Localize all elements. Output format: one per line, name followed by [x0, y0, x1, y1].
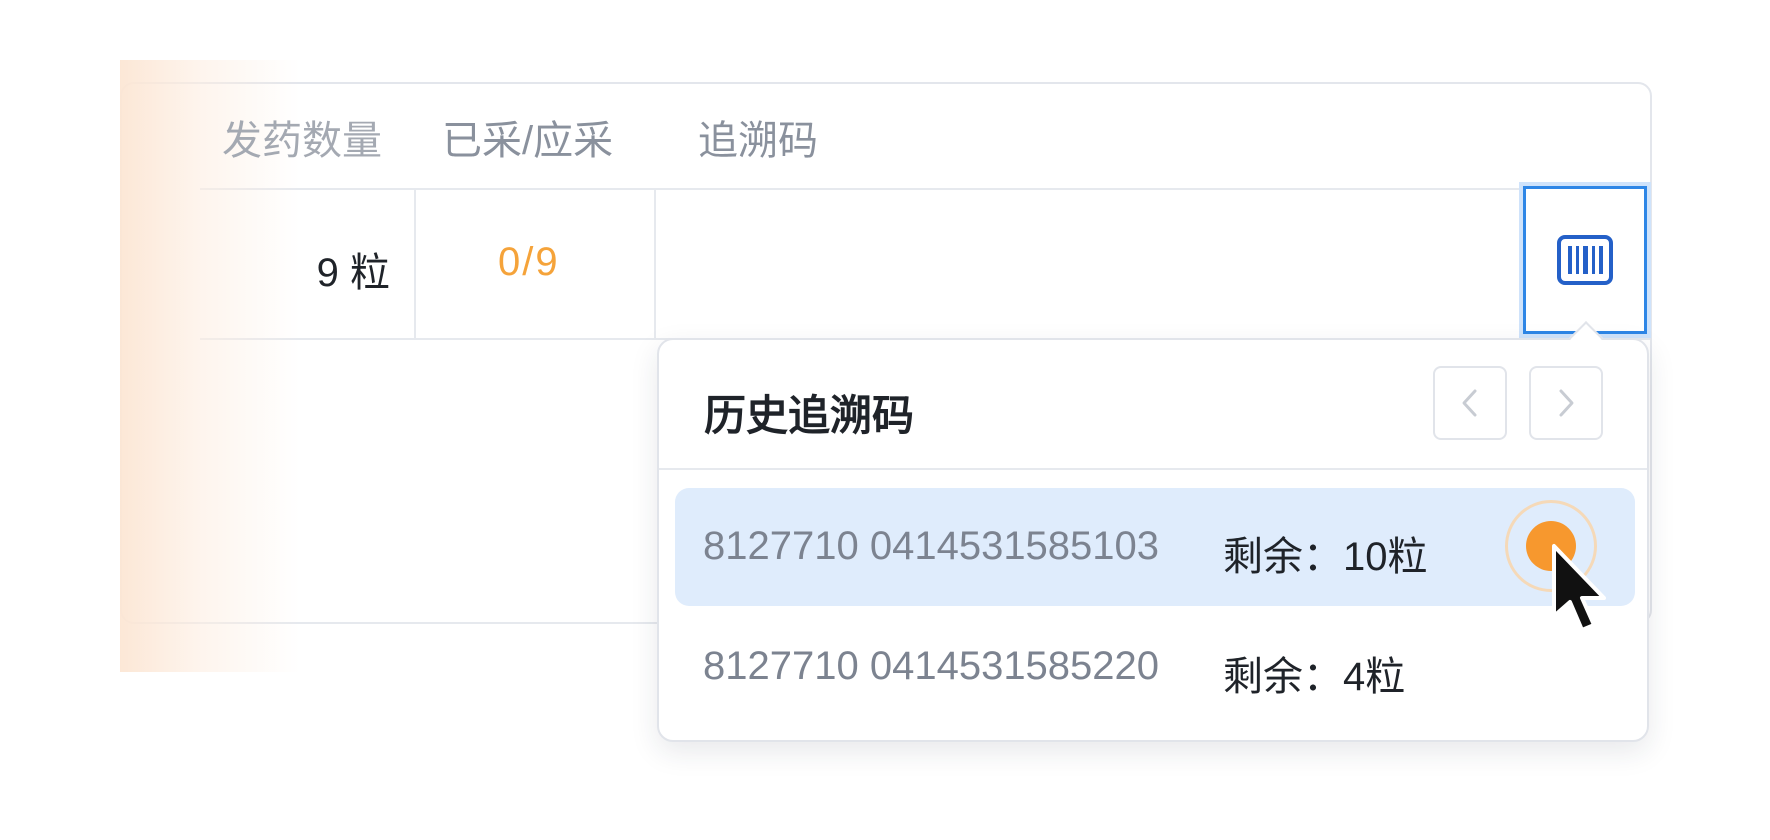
history-trace-popover: 历史追溯码 8127710 0414531585103 剩余：10粒 81277…	[657, 338, 1649, 742]
remaining-count: 剩余：10粒	[1223, 535, 1428, 579]
table-bottom-border	[200, 622, 660, 624]
prev-page-button[interactable]	[1433, 366, 1507, 440]
remaining-count: 剩余：4粒	[1223, 655, 1406, 699]
barcode-icon	[1557, 235, 1613, 285]
scan-barcode-button[interactable]	[1519, 182, 1651, 338]
popover-divider	[659, 468, 1647, 470]
chevron-right-icon	[1559, 389, 1574, 417]
header-collected-ratio: 已采/应采	[442, 119, 614, 163]
chevron-left-icon	[1462, 389, 1477, 417]
header-divider	[200, 188, 1650, 190]
mouse-cursor-icon	[1552, 544, 1606, 632]
header-dispense-quantity: 发药数量	[222, 119, 382, 163]
column-divider	[654, 188, 656, 338]
cell-dispense-quantity: 9 粒	[316, 251, 390, 295]
next-page-button[interactable]	[1529, 366, 1603, 440]
history-item[interactable]: 8127710 0414531585220 剩余：4粒	[675, 608, 1635, 726]
column-divider	[414, 188, 416, 338]
cell-collected-ratio: 0/9	[498, 240, 560, 284]
popover-title: 历史追溯码	[704, 392, 915, 439]
header-trace-code: 追溯码	[698, 119, 818, 163]
trace-code: 8127710 0414531585103	[703, 524, 1160, 568]
history-item[interactable]: 8127710 0414531585103 剩余：10粒	[675, 488, 1635, 606]
trace-code: 8127710 0414531585220	[703, 644, 1160, 688]
